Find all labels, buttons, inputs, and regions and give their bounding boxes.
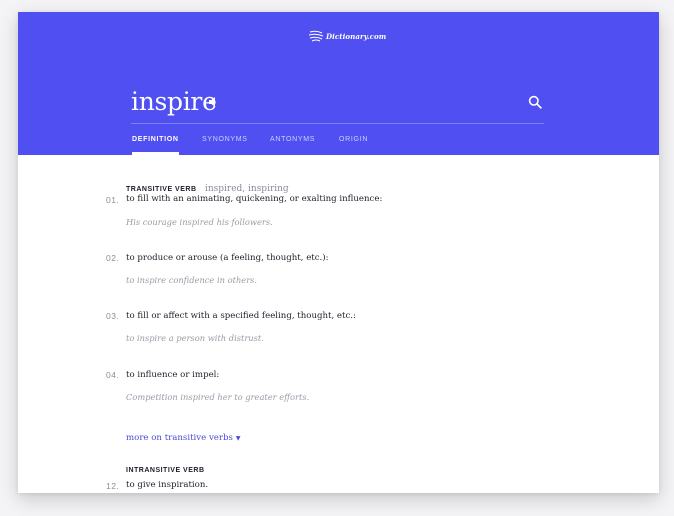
headword: inspire <box>131 87 217 116</box>
more-transitive-verbs-link[interactable]: more on transitive verbs ▼ <box>126 433 241 443</box>
tab-definition[interactable]: DEFINITION <box>132 130 179 155</box>
dictionary-page: Dictionary.com inspire DEFINITION SYNONY… <box>18 12 659 493</box>
definition-text: to produce or arouse (a feeling, thought… <box>126 253 329 263</box>
tab-origin[interactable]: ORIGIN <box>339 130 368 155</box>
definition-number: 03. <box>106 311 120 321</box>
header-banner: Dictionary.com inspire DEFINITION SYNONY… <box>18 12 659 155</box>
definition-example: to inspire a person with distrust. <box>126 333 264 343</box>
logo-text: Dictionary.com <box>326 31 387 41</box>
tab-synonyms[interactable]: SYNONYMS <box>202 130 248 155</box>
definition-example: His courage inspired his followers. <box>126 217 273 227</box>
definition-text: to influence or impel: <box>126 370 220 380</box>
part-of-speech-label: TRANSITIVE VERB <box>126 186 197 193</box>
more-link-label: more on transitive verbs <box>126 433 233 443</box>
search-icon[interactable] <box>528 95 542 109</box>
header-divider <box>131 123 544 124</box>
site-logo[interactable]: Dictionary.com <box>308 26 386 46</box>
definition-number: 04. <box>106 370 120 380</box>
definition-example: to inspire confidence in others. <box>126 275 258 285</box>
definition-example: Competition inspired her to greater effo… <box>126 392 310 402</box>
definition-number: 01. <box>106 195 120 205</box>
tab-antonyms[interactable]: ANTONYMS <box>270 130 315 155</box>
dictionary-logo-icon <box>308 30 324 42</box>
part-of-speech-label-2: INTRANSITIVE VERB <box>126 467 205 474</box>
definition-text: to fill or affect with a specified feeli… <box>126 311 356 321</box>
inflected-forms: inspired, inspiring <box>204 184 289 194</box>
definition-number: 02. <box>106 253 120 263</box>
caret-down-icon: ▼ <box>235 435 241 442</box>
definition-number: 12. <box>106 481 120 491</box>
speaker-icon[interactable] <box>208 96 218 108</box>
definition-text: to give inspiration. <box>126 480 209 490</box>
definition-text: to fill with an animating, quickening, o… <box>126 194 383 204</box>
